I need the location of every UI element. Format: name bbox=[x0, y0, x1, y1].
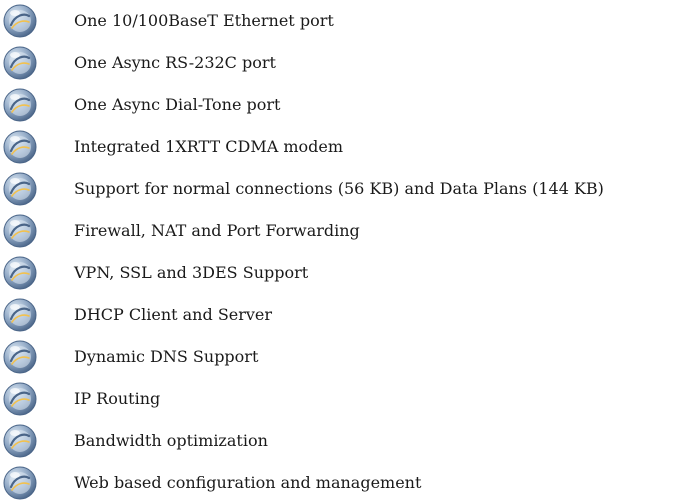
globe-bullet-icon bbox=[3, 4, 37, 38]
globe-bullet-icon bbox=[3, 256, 37, 290]
feature-label: DHCP Client and Server bbox=[74, 305, 273, 324]
feature-list: One 10/100BaseT Ethernet port One Async … bbox=[0, 0, 688, 504]
globe-bullet-icon bbox=[3, 466, 37, 500]
list-item: Web based configuration and management bbox=[0, 462, 688, 504]
globe-bullet-icon bbox=[3, 298, 37, 332]
feature-label: Web based configuration and management bbox=[74, 473, 422, 492]
globe-bullet-icon bbox=[3, 340, 37, 374]
list-item: Dynamic DNS Support bbox=[0, 336, 688, 378]
globe-bullet-icon bbox=[3, 172, 37, 206]
list-item: Support for normal connections (56 KB) a… bbox=[0, 168, 688, 210]
feature-label: One Async Dial-Tone port bbox=[74, 95, 281, 114]
feature-label: Bandwidth optimization bbox=[74, 431, 268, 450]
globe-bullet-icon bbox=[3, 214, 37, 248]
list-item: One Async Dial-Tone port bbox=[0, 84, 688, 126]
globe-bullet-icon bbox=[3, 46, 37, 80]
list-item: DHCP Client and Server bbox=[0, 294, 688, 336]
list-item: Integrated 1XRTT CDMA modem bbox=[0, 126, 688, 168]
list-item: Bandwidth optimization bbox=[0, 420, 688, 462]
list-item: Firewall, NAT and Port Forwarding bbox=[0, 210, 688, 252]
feature-label: One Async RS-232C port bbox=[74, 53, 276, 72]
feature-label: Firewall, NAT and Port Forwarding bbox=[74, 221, 360, 240]
list-item: One Async RS-232C port bbox=[0, 42, 688, 84]
globe-bullet-icon bbox=[3, 88, 37, 122]
feature-label: Dynamic DNS Support bbox=[74, 347, 259, 366]
feature-label: Support for normal connections (56 KB) a… bbox=[74, 179, 604, 198]
feature-label: IP Routing bbox=[74, 389, 161, 408]
globe-bullet-icon bbox=[3, 382, 37, 416]
feature-label: One 10/100BaseT Ethernet port bbox=[74, 11, 334, 30]
list-item: IP Routing bbox=[0, 378, 688, 420]
list-item: VPN, SSL and 3DES Support bbox=[0, 252, 688, 294]
globe-bullet-icon bbox=[3, 130, 37, 164]
list-item: One 10/100BaseT Ethernet port bbox=[0, 0, 688, 42]
feature-label: Integrated 1XRTT CDMA modem bbox=[74, 137, 344, 156]
feature-label: VPN, SSL and 3DES Support bbox=[74, 263, 309, 282]
globe-bullet-icon bbox=[3, 424, 37, 458]
